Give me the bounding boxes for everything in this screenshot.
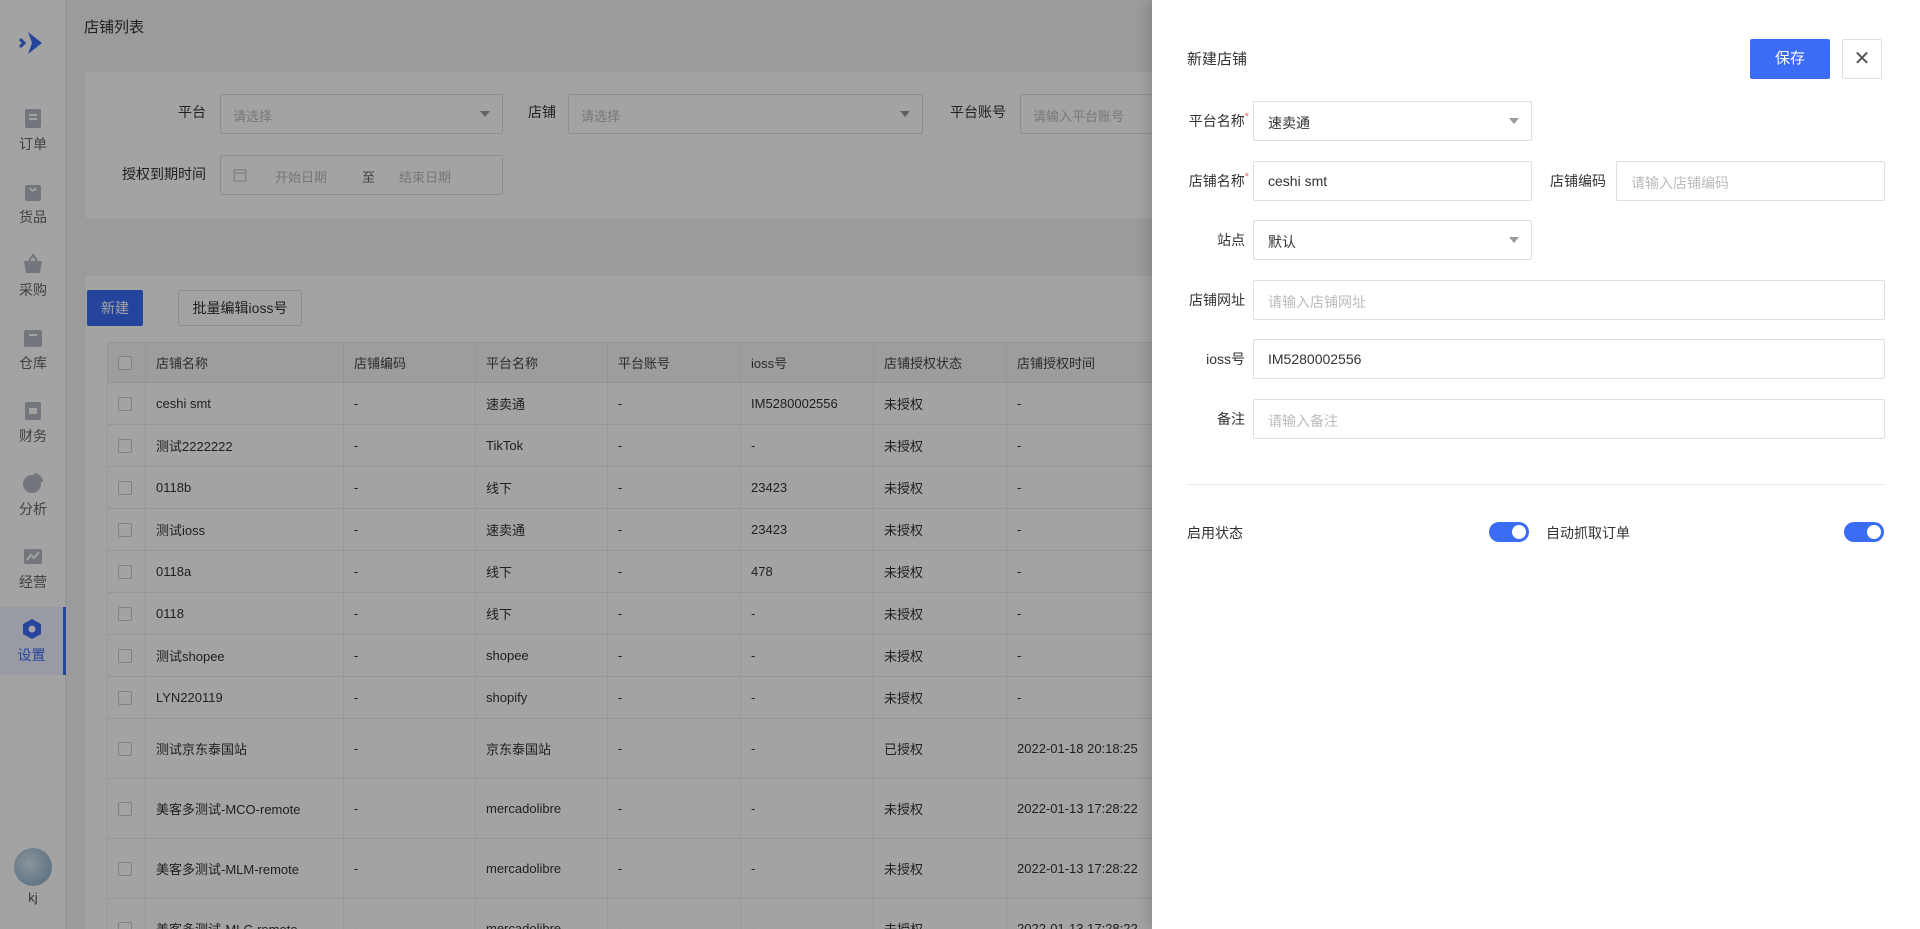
drawer-title: 新建店铺 [1187,51,1248,68]
divider [1187,484,1885,485]
platform-name-label: 平台名称* [1187,111,1249,131]
close-icon: ✕ [1853,48,1871,70]
shop-name-label-text: 店铺名称 [1188,173,1245,189]
platform-name-select[interactable]: 速卖通 [1253,101,1532,141]
platform-name-value: 速卖通 [1268,115,1310,131]
required-mark: * [1244,171,1249,183]
ioss-label: ioss号 [1206,351,1245,367]
ioss-input[interactable]: IM5280002556 [1253,339,1885,379]
shop-url-input[interactable]: 请输入店铺网址 [1253,280,1885,320]
site-value: 默认 [1268,234,1296,250]
shop-url-label: 店铺网址 [1189,292,1245,308]
platform-name-label-text: 平台名称 [1188,113,1245,129]
chevron-down-icon [1509,118,1519,124]
site-select[interactable]: 默认 [1253,220,1532,260]
auto-fetch-orders-label: 自动抓取订单 [1546,525,1630,541]
remark-input[interactable]: 请输入备注 [1253,399,1885,439]
remark-label: 备注 [1217,411,1245,427]
enable-status-toggle[interactable] [1489,522,1529,542]
site-label: 站点 [1217,232,1245,248]
shop-code-input[interactable]: 请输入店铺编码 [1616,161,1885,201]
save-button[interactable]: 保存 [1750,39,1830,79]
shop-name-input[interactable]: ceshi smt [1253,161,1532,201]
auto-fetch-orders-toggle[interactable] [1844,522,1884,542]
shop-name-label: 店铺名称* [1187,171,1249,191]
shop-code-label: 店铺编码 [1550,173,1606,189]
chevron-down-icon [1509,237,1519,243]
close-button[interactable]: ✕ [1842,39,1882,79]
new-shop-drawer: 新建店铺 保存 ✕ 平台名称* 速卖通 店铺名称* ceshi smt 店铺编码… [1152,0,1920,929]
required-mark: * [1244,111,1249,123]
enable-status-label: 启用状态 [1187,525,1243,541]
